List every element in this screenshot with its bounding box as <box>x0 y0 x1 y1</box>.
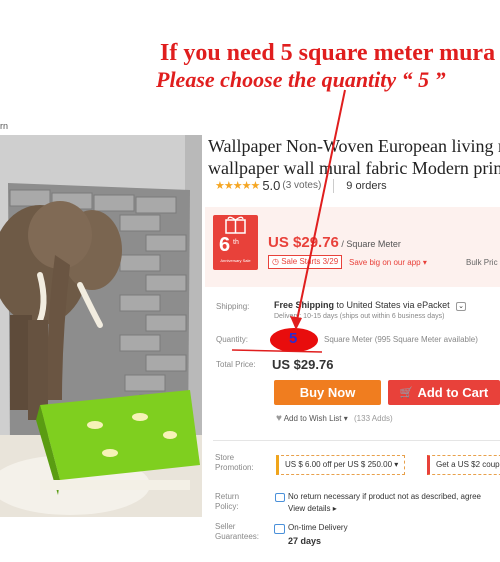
annotation-arrow <box>231 89 346 353</box>
